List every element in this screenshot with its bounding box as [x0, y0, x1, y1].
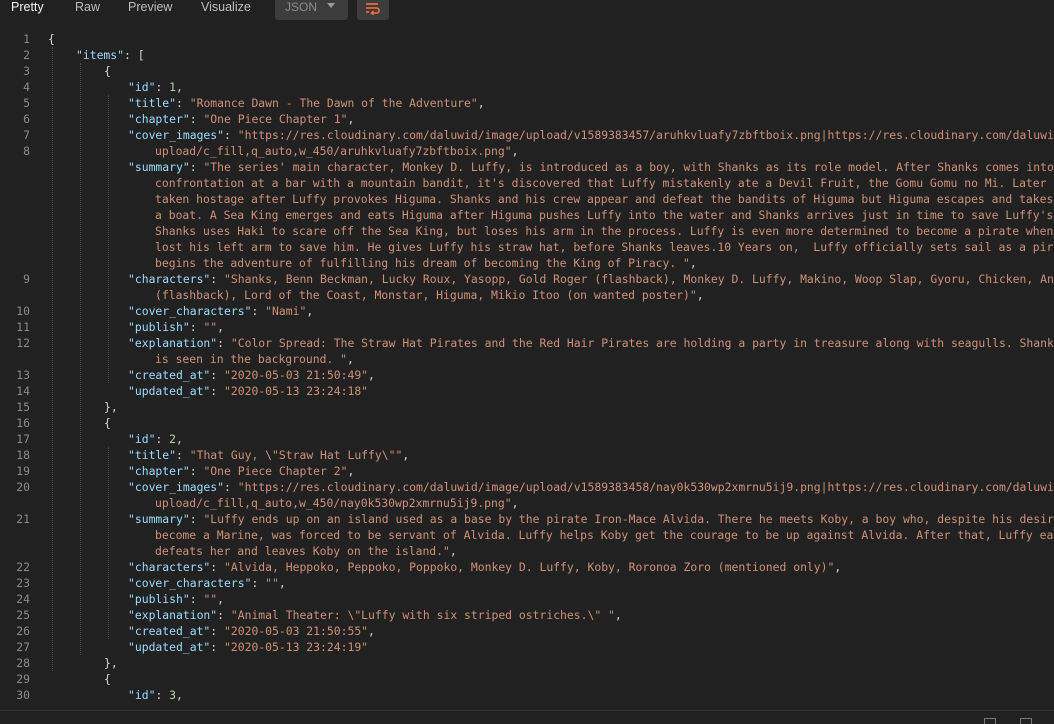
line-number: 9: [23, 272, 30, 286]
code-line: },: [104, 656, 118, 670]
line-number: 12: [16, 336, 30, 350]
code-line: "id": 3,: [128, 688, 183, 702]
code-line: "id": 2,: [128, 432, 183, 446]
code-line: "publish": "",: [128, 592, 225, 606]
wrap-lines-icon: [366, 3, 380, 15]
line-number: 16: [16, 416, 30, 430]
code-line: {: [48, 32, 55, 46]
line-number: 25: [16, 608, 30, 622]
code-line: },: [104, 400, 118, 414]
line-number: 22: [16, 560, 30, 574]
code-line: "summary": "The series' main character, …: [128, 160, 1054, 174]
line-number: 19: [16, 464, 30, 478]
tab-raw[interactable]: Raw: [75, 0, 100, 18]
line-number: 18: [16, 448, 30, 462]
indent-guide: [80, 63, 81, 655]
code-line: "updated_at": "2020-05-13 23:24:19": [128, 640, 369, 654]
code-line: (flashback), Lord of the Coast, Monstar,…: [155, 288, 704, 302]
chevron-down-icon: [327, 3, 335, 8]
code-line: {: [104, 672, 111, 686]
tab-pretty[interactable]: Pretty: [11, 0, 44, 18]
line-number: 14: [16, 384, 30, 398]
code-line: "cover_images": "https://res.cloudinary.…: [128, 480, 1054, 494]
code-line: "created_at": "2020-05-03 21:50:55",: [128, 624, 375, 638]
line-number: 6: [23, 112, 30, 126]
code-line: "chapter": "One Piece Chapter 2",: [128, 464, 355, 478]
code-line: "characters": "Alvida, Heppoko, Peppoko,…: [128, 560, 842, 574]
code-line: "title": "That Guy, \"Straw Hat Luffy\""…: [128, 448, 410, 462]
wrap-lines-button[interactable]: [357, 0, 389, 20]
code-line: confrontation at a bar with a mountain b…: [155, 176, 1054, 190]
line-number: 20: [16, 480, 30, 494]
response-toolbar: Pretty Raw Preview Visualize JSON: [0, 0, 1054, 21]
line-number: 15: [16, 400, 30, 414]
code-line: "updated_at": "2020-05-13 23:24:18": [128, 384, 369, 398]
line-number: 10: [16, 304, 30, 318]
tab-visualize[interactable]: Visualize: [201, 0, 251, 18]
line-number: 28: [16, 656, 30, 670]
code-line: defeats her and leaves Koby on the islan…: [155, 544, 457, 558]
line-number: 7: [23, 128, 30, 142]
line-number: 1: [23, 32, 30, 46]
code-line: is seen in the background. ",: [155, 352, 354, 366]
code-line: "cover_characters": "Nami",: [128, 304, 314, 318]
line-number: 30: [16, 688, 30, 702]
code-line: "id": 1,: [128, 80, 183, 94]
line-number: 11: [16, 320, 30, 334]
code-line: "publish": "",: [128, 320, 225, 334]
line-number: 21: [16, 512, 30, 526]
line-number: 3: [23, 64, 30, 78]
code-line: taken hostage after Luffy provokes Higum…: [155, 192, 1054, 206]
code-line: "chapter": "One Piece Chapter 1",: [128, 112, 355, 126]
line-number: 17: [16, 432, 30, 446]
line-number: 23: [16, 576, 30, 590]
format-select-value: JSON: [285, 0, 318, 14]
code-line: "characters": "Shanks, Benn Beckman, Luc…: [128, 272, 1054, 286]
line-number: 29: [16, 672, 30, 686]
line-number: 5: [23, 96, 30, 110]
code-line: {: [104, 416, 111, 430]
line-number: 8: [23, 144, 30, 158]
indent-guide: [108, 447, 109, 639]
format-select[interactable]: JSON: [275, 0, 348, 20]
code-line: upload/c_fill,q_auto,w_450/aruhkvluafy7z…: [155, 144, 519, 158]
code-line: "summary": "Luffy ends up on an island u…: [128, 512, 1054, 526]
code-line: "explanation": "Color Spread: The Straw …: [128, 336, 1054, 350]
layout-icon[interactable]: [984, 718, 996, 724]
tab-preview[interactable]: Preview: [128, 0, 172, 18]
code-line: Shanks uses Haki to scare off the Sea Ki…: [155, 224, 1054, 238]
line-number: 26: [16, 624, 30, 638]
line-number: 13: [16, 368, 30, 382]
code-line: "items": [: [76, 48, 145, 62]
code-line: "title": "Romance Dawn - The Dawn of the…: [128, 96, 485, 110]
line-number: 4: [23, 80, 30, 94]
code-line: "created_at": "2020-05-03 21:50:49",: [128, 368, 375, 382]
code-line: become a Marine, was forced to be servan…: [155, 528, 1054, 542]
code-line: begins the adventure of fulfilling his d…: [155, 256, 697, 270]
code-line: "cover_characters": "",: [128, 576, 286, 590]
indent-guide: [52, 47, 53, 671]
code-line: a boat. A Sea King emerges and eats Higu…: [155, 208, 1054, 222]
code-line: upload/c_fill,q_auto,w_450/nay0k530wp2xm…: [155, 496, 519, 510]
line-number: 24: [16, 592, 30, 606]
status-bar: [0, 710, 1054, 724]
indent-guide: [108, 95, 109, 383]
code-line: {: [104, 64, 111, 78]
code-line: "cover_images": "https://res.cloudinary.…: [128, 128, 1054, 142]
expand-icon[interactable]: [1020, 718, 1032, 724]
response-body-editor[interactable]: 1 {2 "items": [ 3 {4 "id": 1, 5 "title": "Roman…: [0, 31, 1054, 709]
line-number: 2: [23, 48, 30, 62]
line-number: 27: [16, 640, 30, 654]
code-line: "explanation": "Animal Theater: \"Luffy …: [128, 608, 622, 622]
code-line: lost his left arm to save him. He gives …: [155, 240, 1054, 254]
